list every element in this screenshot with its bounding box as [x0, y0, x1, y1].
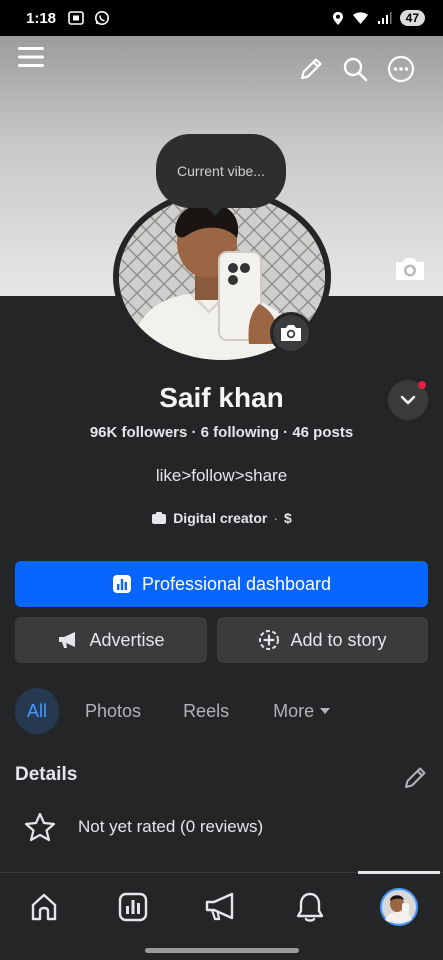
details-heading: Details: [15, 764, 78, 785]
profile-tabs: All Photos Reels More: [15, 688, 344, 734]
battery-indicator: 47: [399, 10, 425, 26]
category-icon: [152, 512, 167, 524]
notifications-icon[interactable]: [288, 887, 332, 927]
screen-record-icon: [68, 11, 84, 25]
add-to-story-label: Add to story: [290, 629, 387, 650]
bottom-navigation: [0, 871, 443, 960]
cover-camera-icon[interactable]: [392, 254, 428, 284]
profile-stats[interactable]: 96K followers · 6 following · 46 posts: [0, 424, 443, 441]
caret-down-icon: [320, 708, 331, 714]
wifi-icon: [352, 12, 368, 24]
profile-camera-button[interactable]: [270, 312, 312, 354]
location-icon: [332, 11, 343, 25]
dashboard-icon: [112, 575, 131, 593]
profile-switcher-button[interactable]: [388, 380, 428, 420]
current-vibe-bubble[interactable]: Current vibe...: [156, 134, 286, 216]
edit-profile-icon[interactable]: [296, 54, 326, 84]
more-options-icon[interactable]: [386, 54, 416, 84]
edit-details-icon[interactable]: [402, 765, 428, 791]
rating-label: Not yet rated (0 reviews): [78, 817, 264, 836]
megaphone-icon: [59, 632, 76, 648]
camera-icon: [281, 325, 301, 341]
chevron-down-icon: [400, 395, 416, 405]
dashboard-nav-icon[interactable]: [111, 887, 155, 927]
star-icon: [24, 812, 56, 842]
category-label: Digital creator: [173, 510, 268, 526]
home-icon[interactable]: [22, 887, 66, 927]
signal-icon: [377, 12, 392, 24]
tab-more[interactable]: More: [261, 688, 344, 734]
active-tab-indicator: [358, 871, 440, 874]
status-bar: 1:18 47: [0, 0, 443, 36]
advertise-label: Advertise: [89, 629, 165, 650]
professional-dashboard-button[interactable]: Professional dashboard: [15, 561, 428, 607]
tab-photos[interactable]: Photos: [73, 688, 153, 734]
menu-icon[interactable]: [16, 42, 46, 72]
profile-avatar-nav[interactable]: [377, 887, 421, 927]
search-icon[interactable]: [340, 54, 370, 84]
add-to-story-button[interactable]: Add to story: [217, 617, 428, 663]
creator-category: Digital creator · $: [0, 510, 443, 526]
monetization-label: $: [284, 510, 292, 526]
status-time: 1:18: [26, 9, 57, 27]
tab-reels[interactable]: Reels: [171, 688, 241, 734]
profile-name: Saif khan: [159, 382, 284, 413]
category-separator: ·: [273, 510, 278, 526]
advertise-button[interactable]: Advertise: [15, 617, 207, 663]
megaphone-nav-icon[interactable]: [199, 887, 243, 927]
dashboard-label: Professional dashboard: [141, 573, 332, 594]
rating-row[interactable]: Not yet rated (0 reviews): [24, 812, 263, 842]
current-vibe-label: Current vibe...: [177, 163, 265, 179]
notification-dot: [418, 381, 426, 389]
whatsapp-icon: [95, 11, 110, 25]
profile-bio: like>follow>share: [155, 466, 288, 485]
home-gesture-bar: [145, 948, 299, 953]
tab-all[interactable]: All: [15, 688, 60, 734]
add-story-icon: [259, 630, 280, 650]
